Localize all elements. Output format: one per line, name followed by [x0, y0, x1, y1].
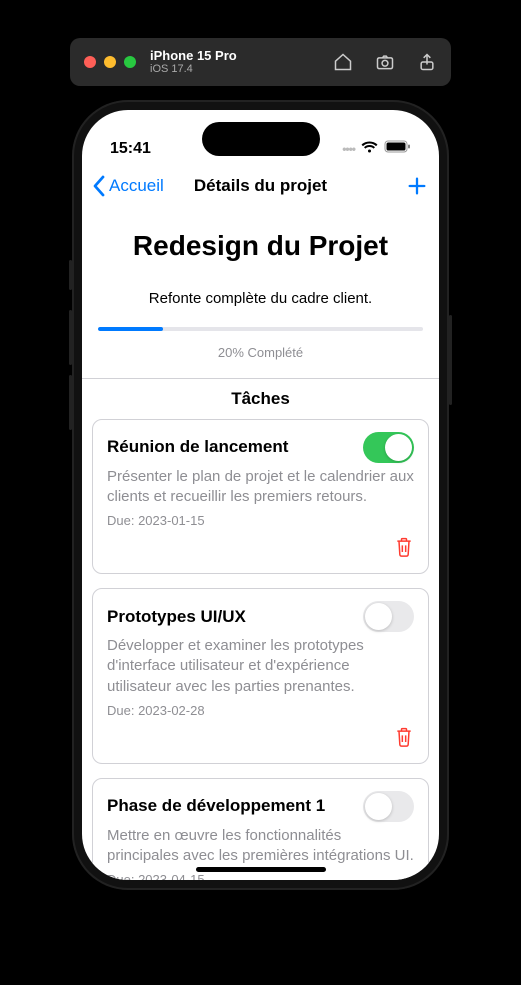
- cellular-icon: ••••: [342, 142, 355, 156]
- task-description: Présenter le plan de projet et le calend…: [107, 467, 414, 508]
- task-title: Phase de développement 1: [107, 796, 325, 816]
- device-name: iPhone 15 Pro: [150, 48, 237, 64]
- progress-label: 20% Complété: [98, 331, 423, 378]
- back-label: Accueil: [109, 176, 164, 196]
- task-title: Réunion de lancement: [107, 437, 288, 457]
- content-area: Redesign du Projet Refonte complète du c…: [82, 208, 439, 880]
- task-done-toggle[interactable]: [363, 791, 414, 822]
- trash-icon: [394, 726, 414, 753]
- task-card: Prototypes UI/UX Développer et examiner l…: [92, 588, 429, 764]
- tasks-heading: Tâches: [82, 379, 439, 419]
- close-window-button[interactable]: [84, 56, 96, 68]
- trash-icon: [394, 536, 414, 563]
- home-indicator[interactable]: [196, 867, 326, 872]
- delete-task-button[interactable]: [107, 536, 414, 563]
- fullscreen-window-button[interactable]: [124, 56, 136, 68]
- battery-icon: [384, 140, 411, 158]
- os-version: iOS 17.4: [150, 63, 237, 76]
- task-description: Développer et examiner les prototypes d'…: [107, 636, 414, 697]
- task-card: Phase de développement 1 Mettre en œuvre …: [92, 778, 429, 880]
- project-title: Redesign du Projet: [82, 222, 439, 272]
- task-card: Réunion de lancement Présenter le plan de…: [92, 419, 429, 575]
- delete-task-button[interactable]: [107, 726, 414, 753]
- task-done-toggle[interactable]: [363, 601, 414, 632]
- home-icon[interactable]: [333, 52, 353, 72]
- chevron-left-icon: [92, 175, 106, 197]
- window-controls: [84, 56, 136, 68]
- dynamic-island: [202, 122, 320, 156]
- task-list: Réunion de lancement Présenter le plan de…: [82, 419, 439, 881]
- share-icon[interactable]: [417, 52, 437, 72]
- simulator-toolbar: iPhone 15 Pro iOS 17.4: [70, 38, 451, 86]
- project-subtitle: Refonte complète du cadre client.: [82, 272, 439, 327]
- add-button[interactable]: [405, 174, 429, 198]
- task-title: Prototypes UI/UX: [107, 607, 246, 627]
- simulator-info: iPhone 15 Pro iOS 17.4: [150, 48, 237, 77]
- task-description: Mettre en œuvre les fonctionnalités prin…: [107, 826, 414, 867]
- back-button[interactable]: Accueil: [92, 175, 164, 197]
- minimize-window-button[interactable]: [104, 56, 116, 68]
- screenshot-icon[interactable]: [375, 52, 395, 72]
- task-due-date: Due: 2023-04-15: [107, 872, 414, 880]
- wifi-icon: [361, 140, 378, 158]
- task-due-date: Due: 2023-01-15: [107, 513, 414, 528]
- phone-screen: 15:41 •••• Accueil Détails du projet: [82, 110, 439, 880]
- page-title: Détails du projet: [194, 176, 327, 196]
- status-time: 15:41: [110, 140, 151, 158]
- phone-frame: 15:41 •••• Accueil Détails du projet: [72, 100, 449, 890]
- task-due-date: Due: 2023-02-28: [107, 703, 414, 718]
- task-done-toggle[interactable]: [363, 432, 414, 463]
- plus-icon: [406, 175, 428, 197]
- navigation-bar: Accueil Détails du projet: [82, 164, 439, 208]
